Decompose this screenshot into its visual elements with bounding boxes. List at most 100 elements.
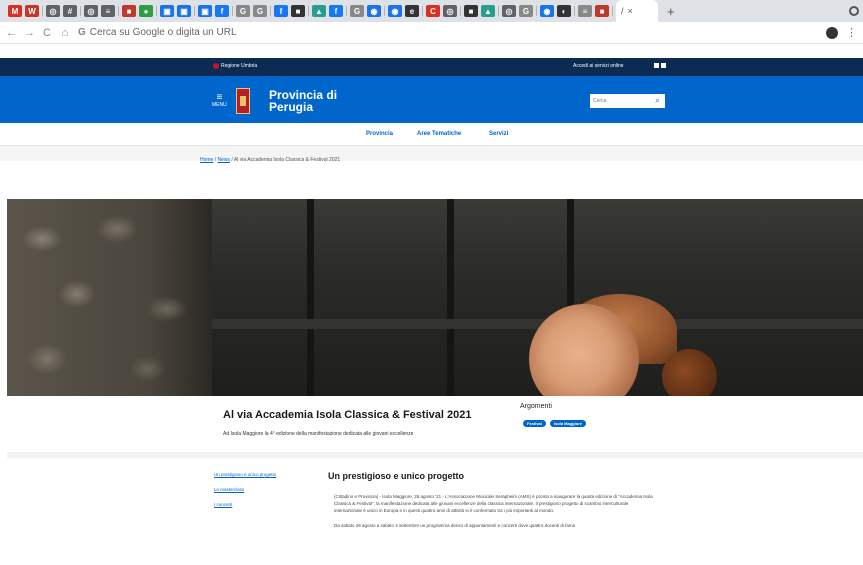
topic-chip[interactable]: Festival (523, 420, 546, 427)
tab-separator (118, 6, 119, 16)
app-icon[interactable]: ▣ (160, 5, 174, 17)
window-bar (307, 199, 314, 396)
breadcrumb-separator: / (214, 157, 217, 163)
google-icon[interactable]: G (350, 5, 364, 17)
menu-button[interactable]: ≡ MENU (212, 93, 227, 109)
reload-button[interactable]: C (42, 27, 52, 39)
site-title[interactable]: Provincia di Perugia (269, 89, 337, 113)
nav-servizi[interactable]: Servizi (489, 131, 508, 137)
youtube-icon[interactable] (661, 63, 666, 68)
app-icon[interactable]: ◐ (557, 5, 571, 17)
browser-tab-strip: M W ◎ # ◎ ≡ ■ ● ▣ ▣ ▣ f G Gf ■ ▲ f G ◉ ◉ e C ◎ ■ ▲ ◎ G ◉ ◐ ≡ ■ / × + (0, 0, 863, 22)
app-icon[interactable]: ▣ (198, 5, 212, 17)
site-header: ≡ MENU Provincia di Perugia ⌕ (0, 76, 863, 123)
article-paragraph: (Cittadino e Provincia) - Isola Maggiore… (334, 494, 653, 514)
facebook-icon[interactable]: f (274, 5, 288, 17)
profile-icon[interactable] (849, 6, 859, 16)
region-logo-icon (213, 63, 219, 69)
search-form: ⌕ (590, 94, 665, 108)
app-icon[interactable]: ▣ (177, 5, 191, 17)
region-link[interactable]: Regione Umbria (213, 63, 257, 69)
tab-title: / (621, 6, 624, 16)
globe-icon[interactable]: ◎ (502, 5, 516, 17)
app-icon[interactable]: # (63, 5, 77, 17)
browser-toolbar: ← → C ⌂ G Cerca su Google o digita un UR… (0, 22, 863, 44)
home-button[interactable]: ⌂ (60, 27, 70, 39)
browser-menu-icon[interactable]: ⋮ (846, 26, 857, 39)
app-icon[interactable]: ≡ (101, 5, 115, 17)
cello-scroll (662, 349, 717, 396)
tab-separator (384, 6, 385, 16)
app-icon[interactable]: ● (139, 5, 153, 17)
stone-wall (7, 199, 212, 396)
facebook-icon[interactable]: f (329, 5, 343, 17)
nav-provincia[interactable]: Provincia (366, 131, 393, 137)
tab-separator (232, 6, 233, 16)
app-icon[interactable]: ▲ (312, 5, 326, 17)
facebook-icon[interactable]: f (215, 5, 229, 17)
address-bar[interactable]: G Cerca su Google o digita un URL (78, 27, 818, 38)
site-title-line2: Perugia (269, 100, 314, 114)
breadcrumb-home[interactable]: Home (200, 157, 213, 163)
app-icon[interactable]: ≡ (578, 5, 592, 17)
close-tab-icon[interactable]: × (628, 6, 633, 16)
tab-separator (574, 6, 575, 16)
section-heading: Un prestigioso e unico progetto (328, 471, 465, 481)
breadcrumb: Home / News / Al via Accademia Isola Cla… (200, 157, 340, 163)
tab-separator (194, 6, 195, 16)
back-button[interactable]: ← (6, 27, 17, 39)
tab-separator (80, 6, 81, 16)
tab-separator (612, 6, 613, 16)
tab-separator (156, 6, 157, 16)
article-title: Al via Accademia Isola Classica & Festiv… (223, 409, 472, 421)
address-placeholder[interactable]: Cerca su Google o digita un URL (90, 27, 237, 38)
article-paragraph: Da sabato 28 agosto a sabato 4 settembre… (334, 522, 576, 528)
window-bar (447, 199, 454, 396)
topic-chip[interactable]: Isola Maggiore (549, 420, 586, 427)
tab-separator (308, 6, 309, 16)
gmail-icon[interactable]: M (8, 5, 22, 17)
globe-icon[interactable]: ◎ (46, 5, 60, 17)
article-body: (Cittadino e Provincia) - Isola Maggiore… (334, 493, 656, 536)
app-icon[interactable]: ■ (291, 5, 305, 17)
new-tab-button[interactable]: + (661, 4, 681, 19)
app-icon[interactable]: ■ (122, 5, 136, 17)
institutional-strip: Regione Umbria Accedi ai servizi online (0, 58, 863, 76)
article-subtitle: Ad Isola Maggiore la 4° edizione della m… (223, 431, 414, 437)
globe-icon[interactable]: ◎ (84, 5, 98, 17)
tab-separator (536, 6, 537, 16)
forward-button[interactable]: → (24, 27, 35, 39)
app-icon[interactable]: C (426, 5, 440, 17)
online-services-link[interactable]: Accedi ai servizi online (573, 63, 624, 69)
breadcrumb-current: Al via Accademia Isola Classica & Festiv… (233, 157, 341, 163)
app-icon[interactable]: e (405, 5, 419, 17)
tab-separator (346, 6, 347, 16)
nav-aree-tematiche[interactable]: Aree Tematiche (417, 131, 461, 137)
app-icon[interactable]: ■ (464, 5, 478, 17)
facebook-icon[interactable] (654, 63, 659, 68)
app-icon[interactable]: ■ (595, 5, 609, 17)
google-icon[interactable]: G (253, 5, 267, 17)
app-icon[interactable]: ◉ (367, 5, 381, 17)
search-icon[interactable]: ⌕ (650, 94, 665, 108)
social-links (654, 63, 666, 68)
breadcrumb-news[interactable]: News (218, 157, 231, 163)
google-icon[interactable]: G (519, 5, 533, 17)
globe-icon[interactable]: ◎ (443, 5, 457, 17)
google-icon: G (78, 27, 86, 38)
tab-separator (422, 6, 423, 16)
breadcrumb-separator: / (231, 157, 233, 163)
app-icon[interactable]: ◉ (540, 5, 554, 17)
google-icon[interactable]: G (236, 5, 250, 17)
extension-icon[interactable] (826, 26, 838, 39)
active-tab[interactable]: / × (616, 0, 658, 22)
app-icon[interactable]: ▲ (481, 5, 495, 17)
province-crest-logo[interactable] (236, 88, 250, 114)
toc-link[interactable]: Un prestigioso e unico progetto (214, 472, 276, 477)
toc-link[interactable]: I concerti (214, 502, 276, 507)
app-icon[interactable]: ◉ (388, 5, 402, 17)
toc-link[interactable]: Le masterclass (214, 487, 276, 492)
app-icon[interactable]: W (25, 5, 39, 17)
hero-image (7, 199, 863, 396)
search-input[interactable] (590, 98, 650, 104)
